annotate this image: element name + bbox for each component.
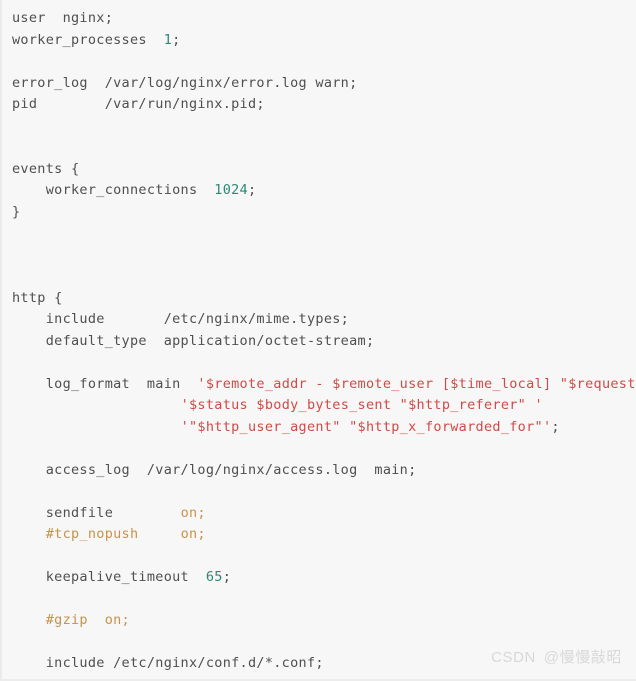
- code-line: default_type application/octet-stream;: [12, 331, 636, 353]
- code-token-plain: access_log /var/log/nginx/access.log mai…: [12, 461, 417, 478]
- code-line: events {: [12, 159, 636, 181]
- code-token-comment: #gzip on;: [12, 612, 130, 628]
- code-line: '"$http_user_agent" "$http_x_forwarded_f…: [12, 417, 636, 439]
- code-token-comment: on: [180, 504, 198, 521]
- code-token-plain: default_type application/octet-stream;: [12, 332, 375, 349]
- code-line: log_format main '$remote_addr - $remote_…: [12, 374, 636, 396]
- code-token-plain: error_log /var/log/nginx/error.log warn;: [12, 74, 358, 91]
- code-token-num: 65: [205, 569, 223, 585]
- code-token-plain: sendfile: [12, 504, 181, 521]
- code-token-comment: #tcp_nopush: [12, 526, 181, 542]
- code-token-plain: ;: [172, 31, 181, 48]
- code-line: keepalive_timeout 65;: [12, 567, 636, 589]
- code-line: #tcp_nopush on;: [12, 524, 636, 546]
- code-line: http {: [12, 288, 636, 310]
- code-token-plain: include /etc/nginx/conf.d/*.conf;: [12, 655, 324, 671]
- code-token-plain: ;: [247, 182, 257, 198]
- code-token-plain: ;: [551, 418, 560, 435]
- code-line: user nginx;: [12, 8, 636, 30]
- code-token-plain: http {: [12, 289, 63, 306]
- code-token-str: '$remote_addr - $remote_user [$time_loca…: [197, 375, 636, 392]
- code-token-num: 1024: [214, 182, 248, 198]
- code-line: worker_connections 1024;: [12, 180, 636, 202]
- code-line: sendfile on;: [12, 503, 636, 525]
- code-token-plain: include /etc/nginx/mime.types;: [12, 311, 350, 327]
- code-line: worker_processes 1;: [12, 30, 636, 52]
- code-token-comment: on;: [180, 526, 206, 542]
- code-token-plain: user nginx;: [12, 10, 114, 26]
- code-token-plain: log_format main: [12, 375, 198, 392]
- code-line: access_log /var/log/nginx/access.log mai…: [12, 460, 636, 482]
- code-token-plain: ;: [222, 569, 232, 585]
- code-token-plain: events {: [12, 160, 80, 177]
- code-token-plain: keepalive_timeout: [12, 569, 206, 585]
- watermark: CSDN @慢慢敲昭: [491, 646, 622, 667]
- code-block[interactable]: user nginx; worker_processes 1; error_log…: [0, 0, 636, 681]
- code-token-plain: worker_processes: [12, 31, 164, 48]
- code-line: include /etc/nginx/mime.types;: [12, 309, 636, 331]
- code-line: error_log /var/log/nginx/error.log warn;: [12, 73, 636, 95]
- code-line: }: [12, 675, 636, 680]
- watermark-brand: CSDN: [491, 649, 536, 666]
- code-token-str: '$status $body_bytes_sent "$http_referer…: [180, 397, 543, 413]
- code-line: '$status $body_bytes_sent "$http_referer…: [12, 395, 636, 417]
- code-token-plain: pid /var/run/nginx.pid;: [12, 96, 265, 112]
- code-token-plain: worker_connections: [12, 182, 215, 198]
- code-line: }: [12, 202, 636, 224]
- code-token-num: 1: [163, 31, 173, 48]
- code-token-plain: }: [12, 203, 21, 220]
- code-token-comment: ;: [197, 504, 206, 521]
- code-token-plain: }: [12, 677, 20, 680]
- code-line: pid /var/run/nginx.pid;: [12, 94, 636, 116]
- watermark-handle: @慢慢敲昭: [543, 649, 622, 666]
- code-line: #gzip on;: [12, 610, 636, 632]
- nginx-config-code[interactable]: user nginx; worker_processes 1; error_log…: [12, 8, 636, 680]
- code-token-str: '"$http_user_agent" "$http_x_forwarded_f…: [180, 418, 552, 435]
